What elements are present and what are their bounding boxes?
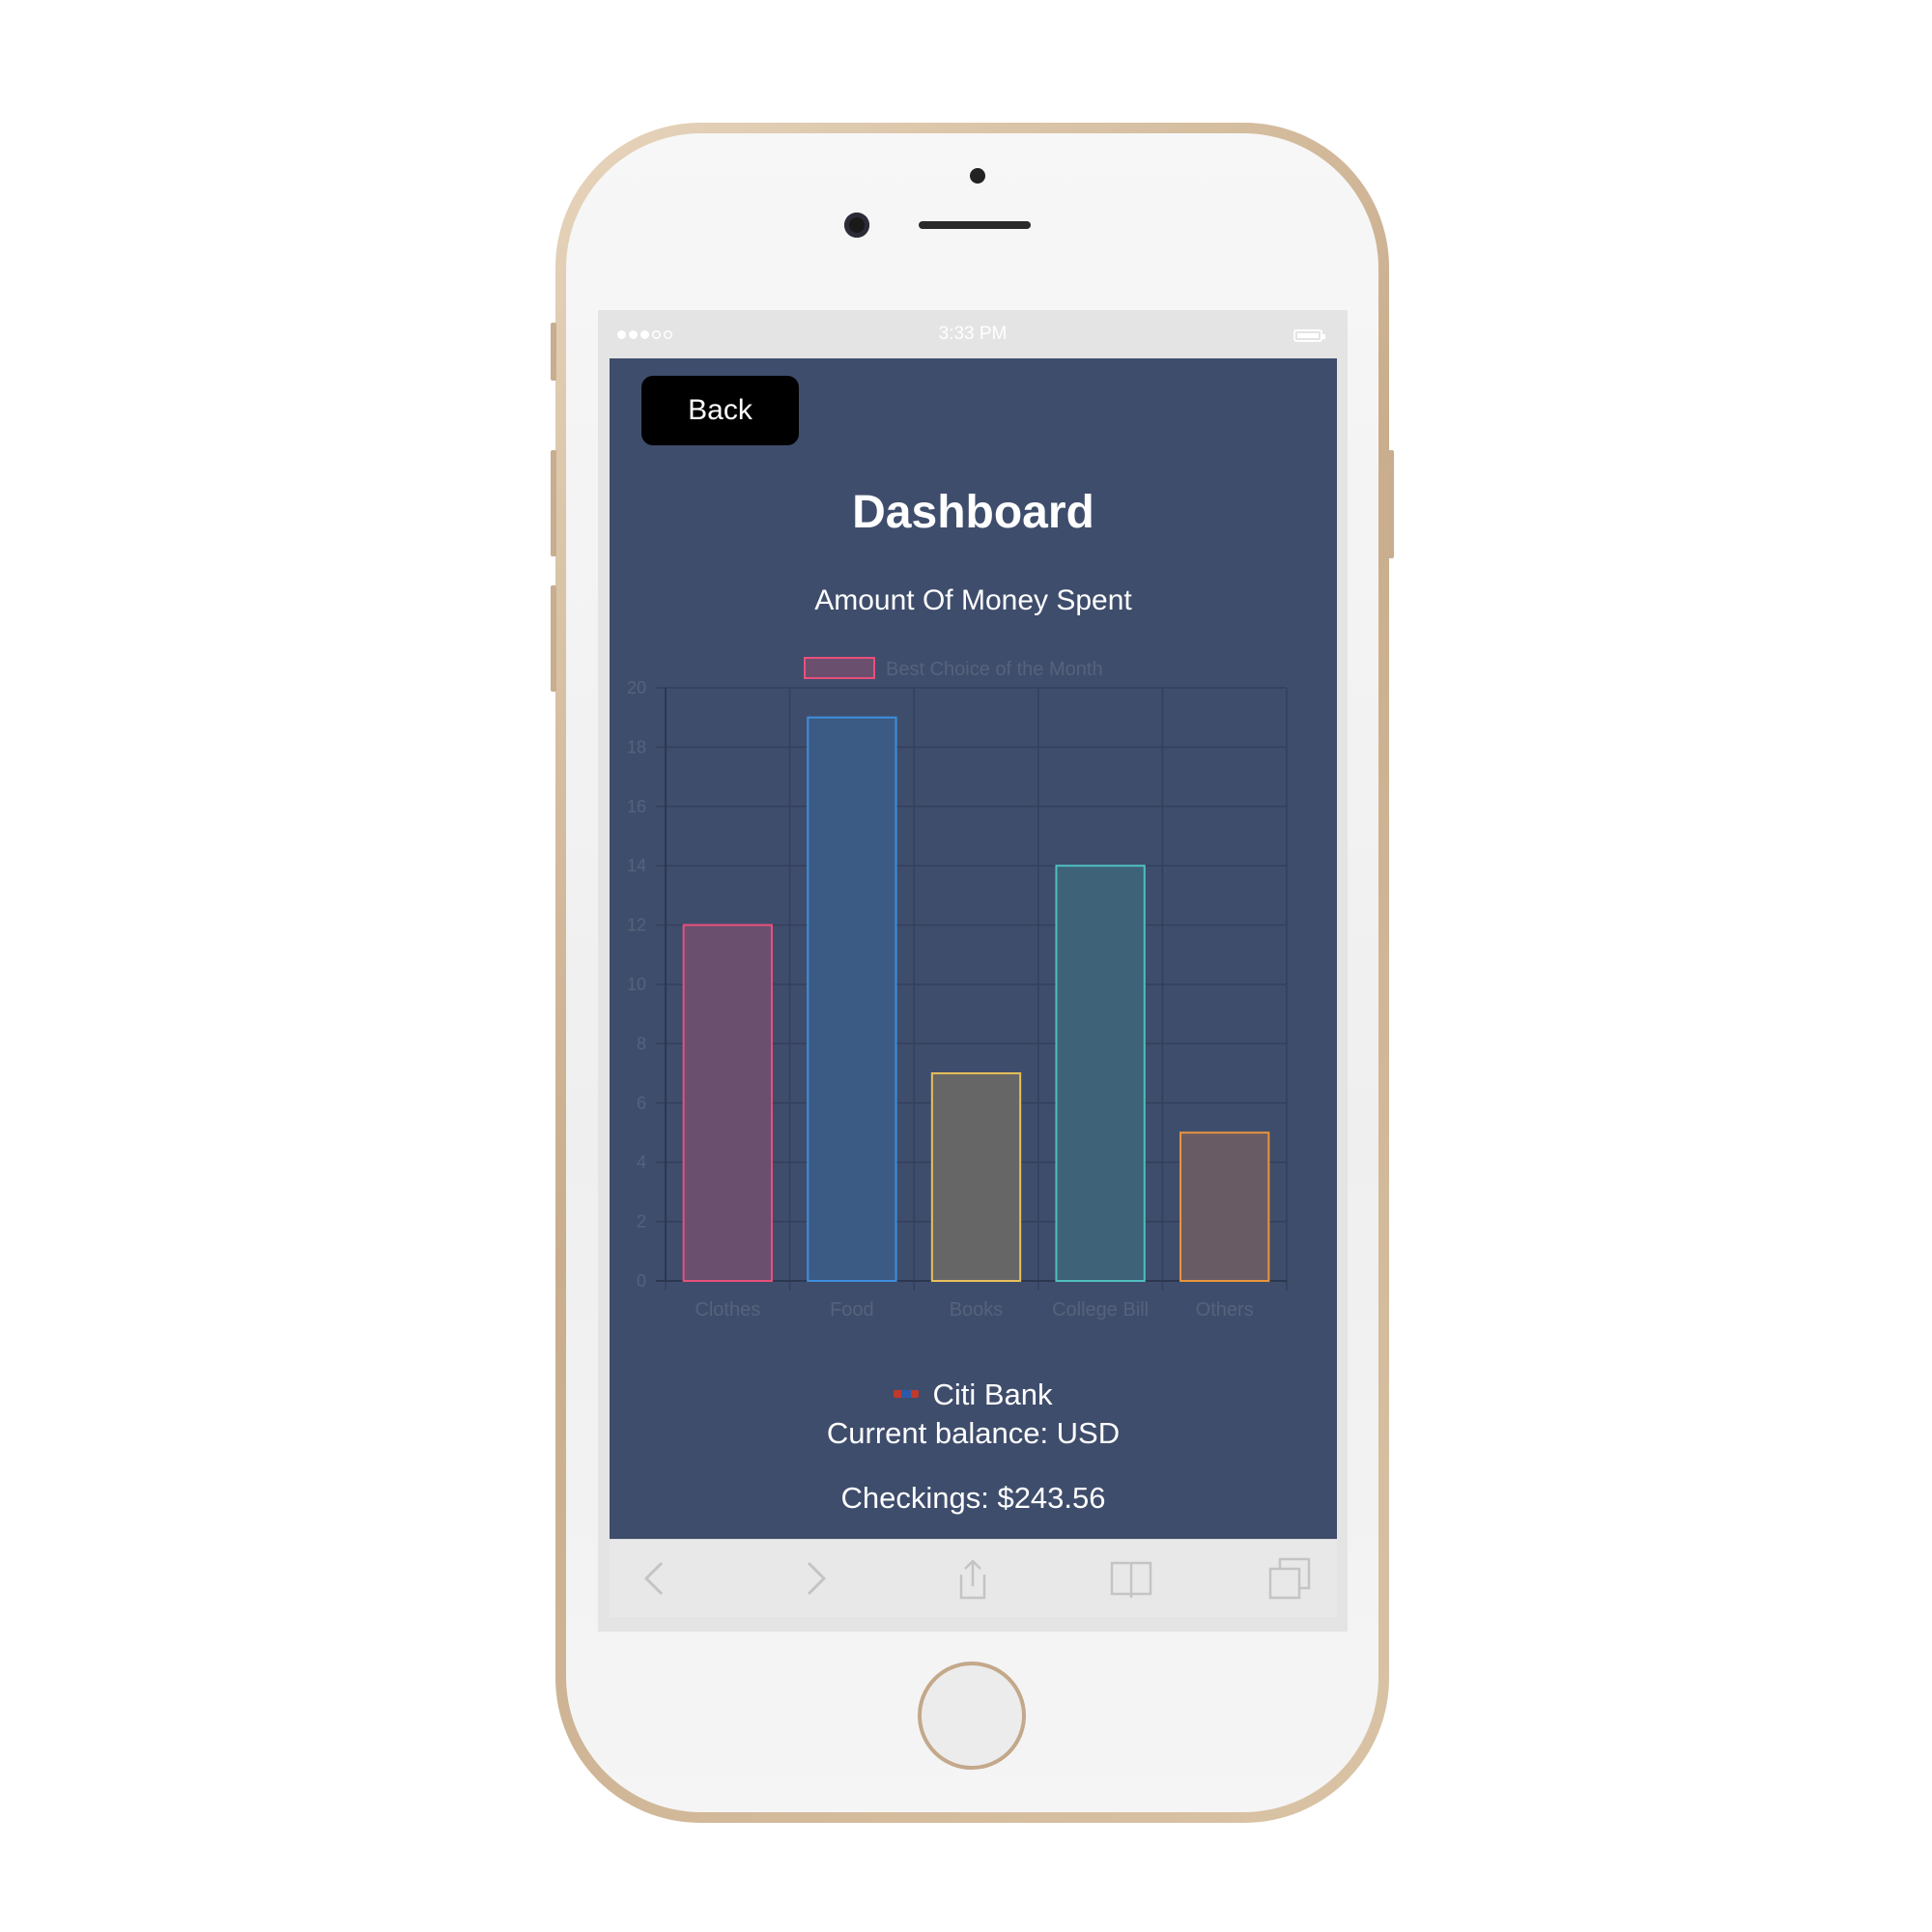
bank-name: Citi Bank (932, 1378, 1053, 1411)
bar-clothes (682, 923, 773, 1282)
bar-college-bill (1055, 865, 1146, 1282)
x-tick-label: Books (950, 1299, 1004, 1321)
status-time: 3:33 PM (938, 324, 1008, 344)
y-tick-label: 8 (637, 1034, 646, 1053)
power-button (1388, 450, 1394, 558)
y-tick-label: 6 (637, 1094, 646, 1113)
citi-logo-icon (894, 1389, 920, 1398)
current-balance: Current balance: USD (826, 1416, 1121, 1450)
dashboard-page: Back Dashboard Amount Of Money Spent 0 2 4… (610, 358, 1337, 1539)
y-tick-label: 14 (627, 856, 646, 875)
browser-toolbar (610, 1539, 1337, 1617)
home-button[interactable] (918, 1662, 1026, 1770)
tabs-icon[interactable] (1268, 1557, 1311, 1600)
y-tick-label: 18 (627, 737, 646, 756)
y-tick-label: 16 (627, 797, 646, 816)
y-tick-label: 20 (627, 678, 646, 697)
status-bar: 3:33 PM (598, 310, 1348, 358)
proximity-sensor (970, 168, 985, 184)
chart-heading: Amount Of Money Spent (814, 584, 1132, 616)
front-camera (844, 213, 869, 238)
checkings-balance: Checkings: $243.56 (840, 1481, 1106, 1515)
screen: 3:33 PM Back Dashboard Amount Of Money S… (598, 310, 1348, 1632)
y-tick-label: 10 (627, 975, 646, 994)
bank-info: Citi Bank (610, 1378, 1337, 1412)
earpiece-speaker (919, 221, 1031, 229)
page-title: Dashboard (852, 487, 1094, 538)
x-tick-label: Clothes (695, 1299, 760, 1321)
legend-swatch (804, 657, 875, 679)
bar-books (930, 1072, 1022, 1282)
bar-food (807, 716, 897, 1282)
back-arrow-icon[interactable] (635, 1557, 677, 1600)
battery-icon (1293, 329, 1325, 342)
forward-arrow-icon[interactable] (793, 1557, 836, 1600)
mute-switch (551, 323, 556, 381)
y-tick-label: 2 (637, 1212, 646, 1232)
y-tick-label: 0 (637, 1271, 646, 1291)
back-button[interactable]: Back (641, 376, 799, 445)
volume-down-button (551, 585, 556, 692)
share-icon[interactable] (952, 1557, 994, 1600)
spending-bar-chart: 0 2 4 6 8 10 12 14 16 18 20 Clothes Food Books College… (627, 657, 1288, 1321)
y-tick-label: 4 (637, 1152, 646, 1172)
legend-label: Best Choice of the Month (886, 659, 1103, 680)
y-tick-label: 12 (627, 916, 646, 935)
x-tick-label: Food (830, 1299, 874, 1321)
x-tick-label: College Bill (1052, 1299, 1149, 1321)
volume-up-button (551, 450, 556, 556)
bookmarks-icon[interactable] (1110, 1557, 1152, 1600)
x-tick-label: Others (1196, 1299, 1254, 1321)
bar-others (1179, 1131, 1270, 1282)
